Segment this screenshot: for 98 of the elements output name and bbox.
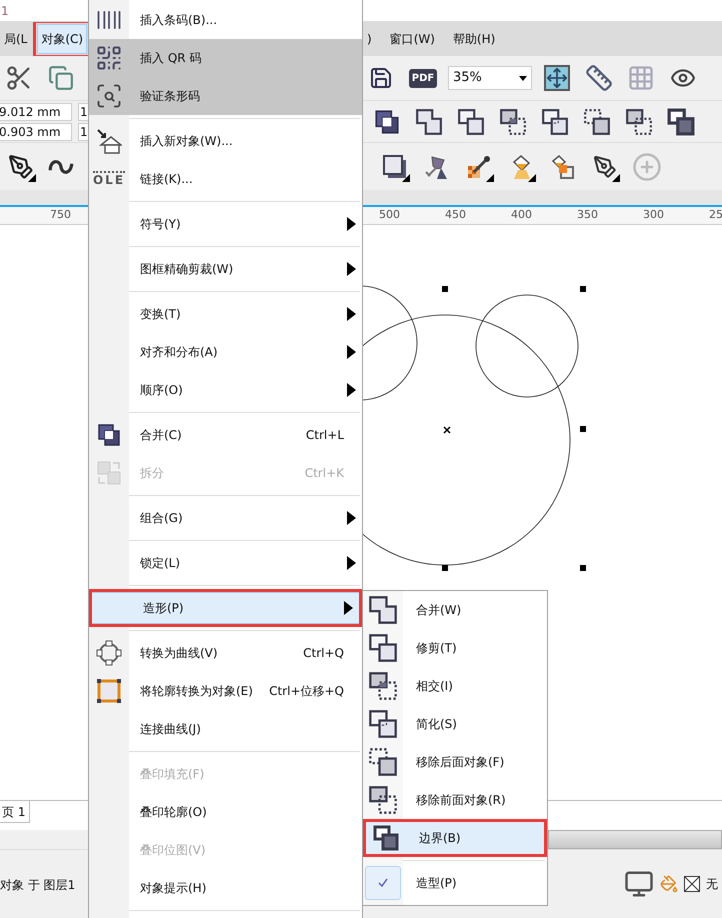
- menu-bar-item[interactable]: 对象(C): [37, 24, 88, 54]
- weld-shapes-icon: [415, 108, 443, 136]
- qr-code-icon: [95, 44, 123, 72]
- corner-triangle-icon: [28, 174, 36, 182]
- intersect-shapes-icon: [368, 671, 398, 701]
- menu-item[interactable]: 将轮廓转换为对象(E) Ctrl+位移+Q: [89, 672, 362, 710]
- trim-shapes-icon: [368, 633, 398, 663]
- weld-shapes-icon: [368, 595, 398, 625]
- corner-triangle-icon: [486, 174, 494, 182]
- menu-item[interactable]: 对齐和分布(A): [89, 333, 362, 371]
- menu-item[interactable]: 修剪(T): [363, 629, 547, 667]
- trim-shapes-icon: [457, 108, 485, 136]
- paint-bucket-icon: [550, 154, 576, 180]
- eyedropper-icon: [466, 154, 492, 180]
- dotted-square-icon: [368, 747, 398, 777]
- menu-item[interactable]: OLE 链接(K)...: [89, 160, 362, 198]
- simplify-shapes-icon: [368, 709, 398, 739]
- pdf-button[interactable]: PDF: [406, 61, 440, 95]
- caret-icon: [519, 76, 527, 80]
- width-field[interactable]: 1: [78, 102, 88, 120]
- menu-item[interactable]: 转换为曲线(V) Ctrl+Q: [89, 634, 362, 672]
- copy-icon: [48, 65, 74, 91]
- menu-bar-item[interactable]: 帮助(H): [448, 24, 500, 54]
- menu-item[interactable]: 移除前面对象(R): [363, 781, 547, 819]
- menu-item[interactable]: 符号(Y): [89, 205, 362, 243]
- paint-bucket-icon: [660, 875, 678, 893]
- shortcut-label: Ctrl+K: [304, 465, 345, 482]
- menu-item[interactable]: 验证条形码: [89, 77, 362, 115]
- menu-item[interactable]: 组合(G): [89, 499, 362, 537]
- shadow-square-icon: [382, 154, 408, 180]
- menu-bar-item[interactable]: 窗口(W): [386, 24, 439, 54]
- menu-item[interactable]: 相交(I): [363, 667, 547, 705]
- pen-nib-icon: [593, 154, 617, 178]
- combine-icon: [96, 422, 122, 448]
- menu-item[interactable]: 边界(B): [366, 822, 544, 854]
- status-text: 对象 于 图层1: [0, 878, 76, 892]
- corner-triangle-icon: [612, 174, 620, 182]
- boundary-shapes-icon: [373, 825, 399, 851]
- simplify-shapes-icon: [541, 108, 569, 136]
- horizontal-scrollbar[interactable]: [548, 830, 722, 849]
- menu-item[interactable]: 造型(P): [363, 864, 547, 902]
- menu-item[interactable]: 插入 QR 码: [89, 39, 362, 77]
- combine-icon: [373, 108, 401, 136]
- dotted-square-icon: [625, 108, 653, 136]
- glass-icon: [424, 154, 450, 180]
- grid-icon: [627, 64, 655, 92]
- ruler-label: 350: [577, 208, 598, 222]
- ruler-label: 400: [511, 208, 532, 222]
- dotted-square-icon: [368, 785, 398, 815]
- menu-item[interactable]: 插入条码(B)...: [89, 1, 362, 39]
- boundary-shapes-icon: [667, 108, 695, 136]
- menu-item[interactable]: 锁定(L): [89, 544, 362, 582]
- shortcut-label: Ctrl+Q: [303, 645, 345, 662]
- y-position-field[interactable]: 0.903 mm: [0, 122, 72, 140]
- menu-item[interactable]: 合并(W): [363, 591, 547, 629]
- pdf-icon: PDF: [408, 68, 438, 88]
- height-field[interactable]: 1: [78, 122, 88, 140]
- monitor-icon: [624, 869, 654, 899]
- circle-nodes-icon: [96, 640, 122, 666]
- menu-item[interactable]: 顺序(O): [89, 371, 362, 409]
- menu-item[interactable]: 插入新对象(W)...: [89, 122, 362, 160]
- ruler-label: 25: [709, 208, 722, 222]
- page-tab[interactable]: 页 1: [0, 801, 30, 823]
- dotted-square-icon: [583, 108, 611, 136]
- menu-item[interactable]: 造形(P): [92, 592, 359, 624]
- menu-item[interactable]: 移除后面对象(F): [363, 743, 547, 781]
- corner-triangle-icon: [402, 174, 410, 182]
- intersect-shapes-icon: [499, 108, 527, 136]
- move-arrows-icon: [544, 65, 570, 91]
- menu-item[interactable]: 合并(C) Ctrl+L: [89, 416, 362, 454]
- outlined-square-icon: [96, 678, 122, 704]
- no-fill-icon: [684, 876, 700, 892]
- window-title: 1: [0, 2, 9, 20]
- plus-circle-icon: [632, 152, 662, 182]
- fill-label: 无: [706, 876, 718, 893]
- ruler-label: 500: [379, 208, 400, 222]
- corner-triangle-icon: [528, 174, 536, 182]
- save-icon: [369, 66, 393, 90]
- ruler-label: 300: [643, 208, 664, 222]
- ruler-label: 450: [445, 208, 466, 222]
- menu-item[interactable]: 对象提示(H): [89, 869, 362, 907]
- pen-nib-icon: [8, 154, 34, 180]
- shortcut-label: Ctrl+位移+Q: [269, 683, 345, 700]
- zoom-dropdown[interactable]: 35%: [448, 66, 532, 90]
- ruler-label: 750: [50, 207, 71, 224]
- menu-item[interactable]: 图框精确剪裁(W): [89, 250, 362, 288]
- menu-bar-item[interactable]: 局(L: [0, 24, 32, 54]
- ruler-icon: [585, 64, 613, 92]
- menu-item[interactable]: 叠印轮廓(O): [89, 793, 362, 831]
- magnifier-icon: [95, 82, 123, 110]
- x-position-field[interactable]: 9.012 mm: [0, 102, 72, 120]
- menu-item[interactable]: 变换(T): [89, 295, 362, 333]
- menu-bar-item[interactable]: ): [363, 24, 376, 54]
- menu-item[interactable]: 连接曲线(J): [89, 710, 362, 748]
- menu-item[interactable]: 简化(S): [363, 705, 547, 743]
- shortcut-label: Ctrl+L: [306, 427, 345, 444]
- insert-object-icon: [96, 128, 122, 154]
- break-apart-icon: [96, 460, 122, 486]
